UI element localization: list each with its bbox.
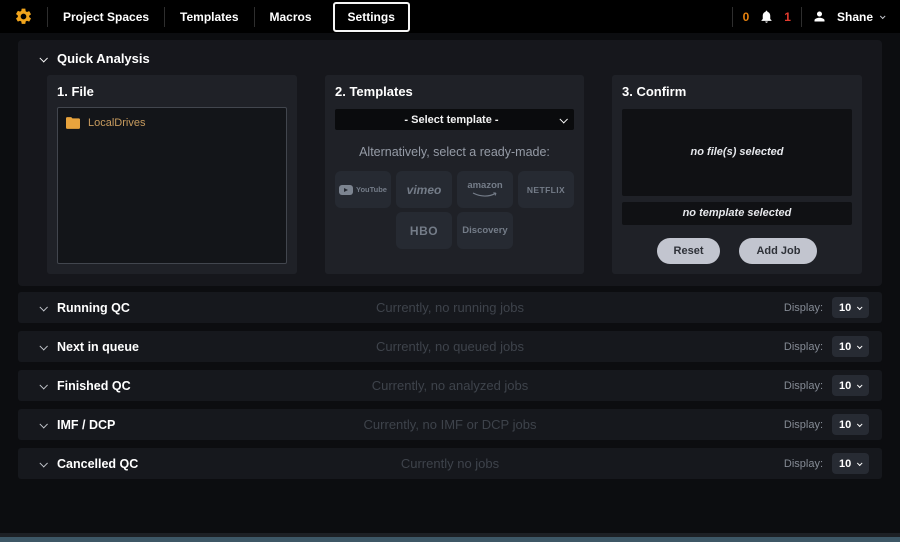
selected-files-box: no file(s) selected	[622, 109, 852, 196]
bell-icon[interactable]	[759, 9, 774, 24]
topbar: Project Spaces Templates Macros Settings…	[0, 0, 900, 33]
user-icon	[812, 9, 827, 24]
template-netflix-button[interactable]: NETFLIX	[518, 171, 574, 208]
section-running-qc: Running QC Currently, no running jobs Di…	[18, 292, 882, 323]
display-count-select[interactable]: 10	[832, 375, 869, 396]
quick-analysis-panels: 1. File LocalDrives 2. Templates	[18, 75, 882, 274]
display-count-select[interactable]: 10	[832, 414, 869, 435]
template-youtube-button[interactable]: YouTube	[335, 171, 391, 208]
templates-panel: 2. Templates - Select template - Alterna…	[325, 75, 584, 274]
display-control: Display: 10	[784, 453, 869, 474]
template-hbo-button[interactable]: HBO	[396, 212, 452, 249]
nav-templates[interactable]: Templates	[165, 10, 253, 24]
add-job-button[interactable]: Add Job	[739, 238, 817, 264]
ready-made-hint: Alternatively, select a ready-made:	[335, 145, 574, 159]
templates-panel-title: 2. Templates	[335, 84, 574, 99]
chevron-down-icon	[39, 420, 47, 428]
brand-row-2: HBO Discovery	[335, 212, 574, 249]
confirm-panel: 3. Confirm no file(s) selected no templa…	[612, 75, 862, 274]
folder-icon	[66, 117, 80, 129]
section-next-in-queue-toggle[interactable]: Next in queue	[40, 340, 139, 354]
quick-analysis-header[interactable]: Quick Analysis	[18, 49, 882, 75]
template-vimeo-button[interactable]: vimeo	[396, 171, 452, 208]
file-browser[interactable]: LocalDrives	[57, 107, 287, 264]
selected-template-box: no template selected	[622, 202, 852, 225]
display-count-select[interactable]: 10	[832, 336, 869, 357]
display-label: Display:	[784, 341, 823, 353]
display-count-select[interactable]: 10	[832, 297, 869, 318]
chevron-down-icon	[39, 381, 47, 389]
chevron-down-icon	[39, 303, 47, 311]
chevron-down-icon	[39, 342, 47, 350]
youtube-play-icon	[339, 185, 353, 195]
main-content: Quick Analysis 1. File LocalDrives	[0, 33, 900, 479]
display-control: Display: 10	[784, 375, 869, 396]
chevron-down-icon	[559, 115, 567, 123]
section-status-text: Currently, no IMF or DCP jobs	[18, 417, 882, 432]
gear-icon	[14, 7, 33, 26]
quick-analysis-title: Quick Analysis	[57, 51, 150, 66]
nav-project-spaces[interactable]: Project Spaces	[48, 10, 164, 24]
chevron-down-icon	[857, 382, 863, 388]
display-label: Display:	[784, 380, 823, 392]
section-imf-dcp-toggle[interactable]: IMF / DCP	[40, 418, 115, 432]
chevron-down-icon	[857, 304, 863, 310]
chevron-down-icon	[857, 343, 863, 349]
display-control: Display: 10	[784, 336, 869, 357]
file-panel: 1. File LocalDrives	[47, 75, 297, 274]
section-running-qc-toggle[interactable]: Running QC	[40, 301, 130, 315]
file-tree-item-localdrives[interactable]: LocalDrives	[66, 117, 278, 129]
section-status-text: Currently, no analyzed jobs	[18, 378, 882, 393]
section-imf-dcp: IMF / DCP Currently, no IMF or DCP jobs …	[18, 409, 882, 440]
template-amazon-button[interactable]: amazon	[457, 171, 513, 208]
no-files-text: no file(s) selected	[691, 146, 784, 158]
topbar-right: 0 1 Shane	[732, 7, 884, 27]
chevron-down-icon	[39, 459, 47, 467]
notification-count-red: 1	[784, 10, 791, 24]
display-label: Display:	[784, 302, 823, 314]
confirm-actions: Reset Add Job	[622, 238, 852, 264]
nav-macros[interactable]: Macros	[255, 10, 327, 24]
display-label: Display:	[784, 458, 823, 470]
display-label: Display:	[784, 419, 823, 431]
template-select-value: - Select template -	[343, 114, 560, 126]
display-control: Display: 10	[784, 297, 869, 318]
section-finished-qc-toggle[interactable]: Finished QC	[40, 379, 131, 393]
confirm-panel-title: 3. Confirm	[622, 84, 852, 99]
section-cancelled-qc-toggle[interactable]: Cancelled QC	[40, 457, 138, 471]
display-control: Display: 10	[784, 414, 869, 435]
footer-strip-teal	[0, 537, 900, 542]
display-count-select[interactable]: 10	[832, 453, 869, 474]
divider	[801, 7, 802, 27]
section-status-text: Currently, no queued jobs	[18, 339, 882, 354]
main-nav: Project Spaces Templates Macros Settings	[48, 0, 410, 33]
chevron-down-icon	[857, 460, 863, 466]
amazon-smile-icon	[472, 192, 498, 198]
user-menu[interactable]: Shane	[837, 10, 873, 24]
section-status-text: Currently, no running jobs	[18, 300, 882, 315]
section-next-in-queue: Next in queue Currently, no queued jobs …	[18, 331, 882, 362]
reset-button[interactable]: Reset	[657, 238, 721, 264]
chevron-down-icon	[39, 54, 47, 62]
template-select[interactable]: - Select template -	[335, 109, 574, 130]
template-discovery-button[interactable]: Discovery	[457, 212, 513, 249]
section-status-text: Currently no jobs	[18, 456, 882, 471]
chevron-down-icon	[857, 421, 863, 427]
divider	[732, 7, 733, 27]
no-template-text: no template selected	[683, 207, 792, 219]
caret-down-icon[interactable]	[880, 13, 886, 19]
section-cancelled-qc: Cancelled QC Currently no jobs Display: …	[18, 448, 882, 479]
section-finished-qc: Finished QC Currently, no analyzed jobs …	[18, 370, 882, 401]
file-tree-item-label: LocalDrives	[88, 117, 145, 129]
quick-analysis-section: Quick Analysis 1. File LocalDrives	[18, 40, 882, 286]
file-panel-title: 1. File	[57, 84, 287, 99]
notification-count-orange: 0	[743, 10, 750, 24]
brand-row-1: YouTube vimeo amazon NETFLIX	[335, 171, 574, 208]
nav-settings[interactable]: Settings	[333, 2, 410, 32]
app-menu-button[interactable]	[14, 7, 33, 26]
